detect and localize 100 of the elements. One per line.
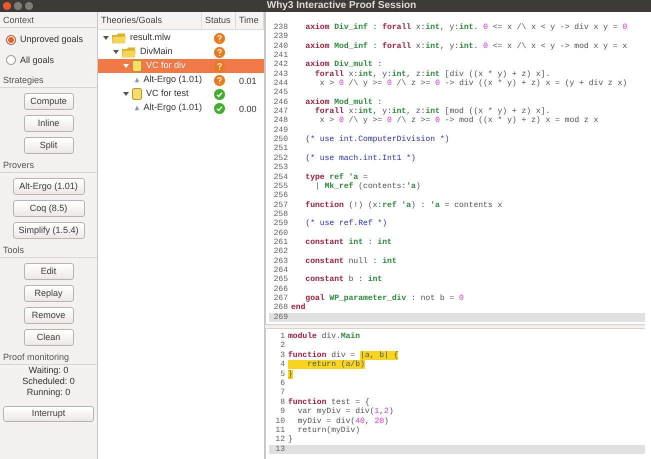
toolbar-button[interactable]: Split: [24, 137, 74, 154]
toolbar-button[interactable]: Remove: [24, 307, 74, 324]
monitor-count: Scheduled: 0: [22, 376, 75, 387]
section-title: Proof monitoring: [3, 352, 70, 363]
line-number: 258: [272, 210, 289, 220]
time-value: 0.01: [239, 76, 257, 86]
maximize-button[interactable]: [25, 2, 33, 10]
toolbar-button[interactable]: Alt-Ergo (1.01): [12, 178, 84, 195]
interrupt-button[interactable]: Interrupt: [3, 406, 94, 422]
code-line: constant int : int: [304, 238, 392, 248]
code-line: axiom Div_inf : forall x:int, y:int. 0 <= x /\ x < y -> div x y = 0: [304, 23, 628, 32]
line-number: 269: [272, 312, 289, 322]
toolbar-button[interactable]: Inline: [24, 115, 74, 132]
expander-icon[interactable]: [103, 35, 109, 41]
note-icon: [132, 60, 142, 72]
goal-label: VC for div: [146, 59, 186, 72]
line-number: 265: [272, 275, 289, 285]
monitor-count: Running: 0: [26, 387, 70, 398]
line-number: 254: [272, 172, 289, 182]
line-number: 259: [272, 219, 289, 229]
window-title: Why3 Interactive Proof Session: [266, 0, 418, 12]
line-number: 248: [272, 116, 289, 126]
line-number: 12: [274, 435, 286, 445]
toolbar-button[interactable]: Clean: [24, 329, 74, 346]
folder-icon: [122, 46, 136, 58]
line-number: 8: [279, 398, 286, 408]
line-number: 261: [272, 238, 289, 248]
code-line: axiom Mod_mult :: [304, 98, 382, 107]
line-number: 9: [279, 407, 286, 417]
line-number: 256: [272, 191, 289, 201]
line-number: 246: [272, 98, 289, 108]
code-line: myDiv = div(40, 20): [296, 416, 389, 426]
code-line: forall x:int, y:int, z:int [div ((x * y) + z) x].: [314, 70, 550, 79]
line-number: 255: [272, 182, 289, 192]
section-title: Provers: [3, 160, 36, 171]
line-number: 266: [272, 284, 289, 294]
line-number: 257: [272, 200, 289, 210]
radio-option[interactable]: All goals: [6, 54, 91, 67]
note-icon: [132, 88, 142, 100]
code-line: (* use ref.Ref *): [304, 219, 388, 229]
code-line: | Mk_ref (contents:'a): [315, 182, 421, 192]
goal-label: result.mlw: [130, 31, 171, 44]
folder-icon: [112, 32, 126, 44]
section-title: Context: [3, 15, 36, 26]
column-header[interactable]: Status: [202, 12, 236, 29]
toolbar-button[interactable]: Replay: [24, 285, 74, 302]
tree-row[interactable]: Alt-Ergo (1.01) 0.01: [98, 73, 264, 87]
tree-row[interactable]: DivMain: [98, 45, 264, 59]
code-line: goal WP_parameter_div : not b = 0: [305, 294, 464, 304]
goal-label: Alt-Ergo (1.01): [143, 101, 202, 114]
monitor-count: Waiting: 0: [28, 365, 68, 376]
line-number: 4: [279, 360, 286, 370]
line-number: 5: [279, 370, 286, 379]
code-line: (* use int.ComputerDivision *): [304, 135, 450, 144]
code-line: var myDiv = div(1,2): [296, 407, 394, 417]
line-number: 252: [272, 154, 289, 164]
code-line: function test = {: [288, 398, 370, 407]
line-number: 251: [272, 144, 289, 154]
code-line: constant null : int: [304, 256, 397, 266]
code-line: constant b : int: [304, 275, 382, 285]
line-number: 13: [274, 444, 286, 454]
line-number: 250: [272, 135, 289, 144]
code-line: function div = |a, b| {: [288, 350, 398, 360]
line-number: 263: [272, 256, 289, 266]
goal-label: VC for test: [146, 87, 189, 100]
toolbar-button[interactable]: Coq (8.5): [12, 200, 84, 217]
toolbar-button[interactable]: Compute: [24, 93, 74, 110]
line-number: 242: [272, 60, 289, 70]
close-button[interactable]: [3, 2, 11, 10]
line-number: 244: [272, 79, 289, 88]
code-line: (* use mach.int.Int1 *): [304, 154, 416, 164]
radio-option[interactable]: Unproved goals: [6, 33, 91, 46]
line-number: 238: [272, 23, 289, 32]
tree-row[interactable]: result.mlw: [98, 31, 264, 45]
line-number: 11: [274, 426, 286, 436]
code-line: x > 0 /\ y >= 0 /\ z >= 0 -> mod ((x * y) + z) x = mod z x: [318, 116, 598, 126]
expander-icon[interactable]: [123, 91, 129, 97]
toolbar-button[interactable]: Simplify (1.5.4): [12, 222, 84, 239]
toolbar-button[interactable]: Edit: [24, 263, 74, 280]
code-line: forall x:int, y:int, z:int [mod ((x * y) + z) x].: [314, 107, 550, 116]
minimize-button[interactable]: [14, 2, 22, 10]
line-number: 267: [272, 294, 289, 304]
code-line: return(myDiv): [296, 426, 360, 436]
line-number: 253: [272, 163, 289, 172]
goal-label: Alt-Ergo (1.01): [143, 73, 202, 86]
time-value: 0.00: [239, 104, 257, 114]
line-number: 241: [272, 51, 289, 60]
column-header[interactable]: Time: [236, 12, 264, 29]
section-title: Tools: [3, 245, 26, 256]
line-number: 2: [279, 341, 286, 351]
code-line: module div.Main: [288, 332, 360, 342]
column-header[interactable]: Theories/Goals: [98, 12, 202, 29]
tree-row[interactable]: VC for test: [98, 87, 264, 101]
code-line: function (!) (x:ref 'a) : 'a = contents x: [304, 200, 502, 210]
line-number: 264: [272, 266, 289, 276]
code-line: axiom Mod_inf : forall x:int, y:int. 0 <= x /\ x < y -> mod x y = x: [304, 42, 628, 52]
line-number: 243: [272, 70, 289, 80]
tree-row[interactable]: Alt-Ergo (1.01) 0.00: [98, 101, 264, 115]
expander-icon[interactable]: [113, 49, 119, 55]
line-number: 247: [272, 107, 289, 116]
